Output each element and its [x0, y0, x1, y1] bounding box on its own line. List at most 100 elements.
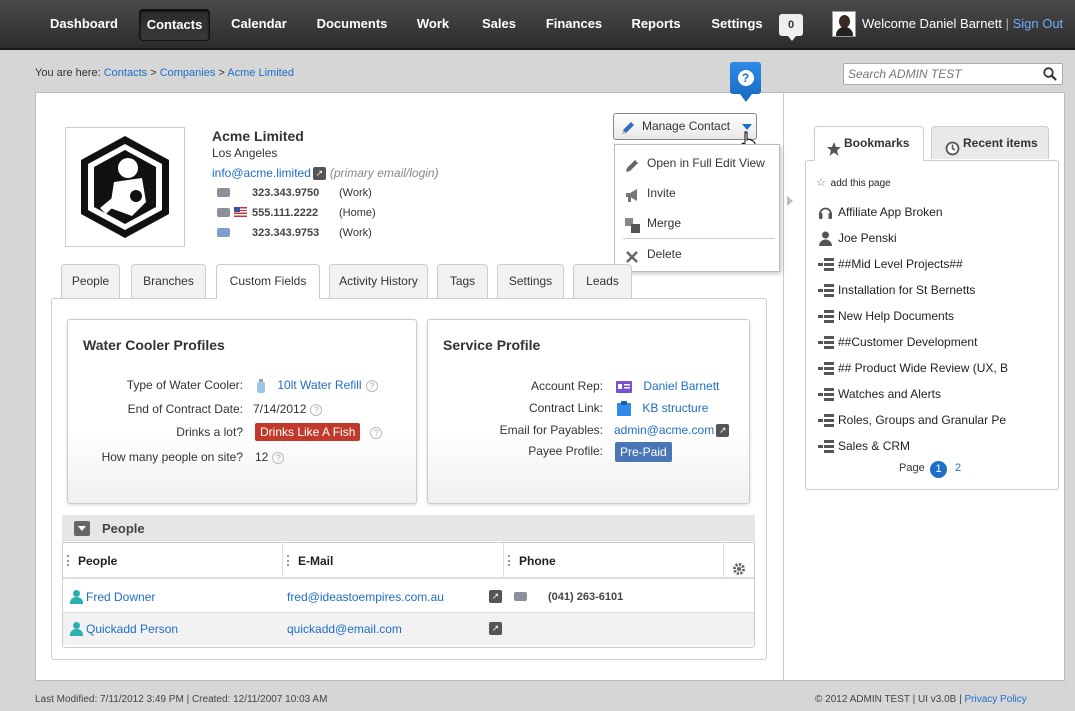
bookmark-item[interactable]: ##Customer Development: [818, 332, 1008, 352]
nav-work[interactable]: Work: [410, 9, 456, 41]
collapse-toggle-icon[interactable]: [74, 521, 90, 536]
menu-item-label: Open in Full Edit View: [647, 156, 765, 170]
person-email-link[interactable]: fred@ideastoempires.com.au: [287, 581, 444, 613]
nav-settings[interactable]: Settings: [705, 9, 769, 41]
copyright-text: © 2012 ADMIN TEST | UI v3.0B |: [815, 694, 962, 705]
column-header-phone[interactable]: Phone: [504, 543, 724, 579]
water-type-link[interactable]: 10lt Water Refill: [277, 378, 361, 392]
menu-invite[interactable]: Invite: [615, 180, 779, 206]
tab-branches[interactable]: Branches: [131, 264, 206, 298]
project-icon: [818, 257, 834, 274]
tab-tags[interactable]: Tags: [437, 264, 488, 298]
field-label: Email for Payables:: [499, 423, 603, 437]
person-phone: (041) 263-6101: [548, 591, 624, 603]
person-name-link[interactable]: Fred Downer: [86, 581, 155, 613]
bookmark-label: Roles, Groups and Granular Pe: [838, 413, 1007, 427]
search-icon[interactable]: [1043, 67, 1057, 84]
bookmark-item[interactable]: Watches and Alerts: [818, 384, 1008, 404]
project-icon: [818, 387, 834, 404]
bookmark-item[interactable]: Joe Penski: [818, 228, 1008, 248]
sign-out-link[interactable]: Sign Out: [1013, 16, 1064, 31]
field-label: Drinks a lot?: [176, 425, 243, 439]
nav-dashboard[interactable]: Dashboard: [45, 9, 123, 41]
tab-activity-history[interactable]: Activity History: [329, 264, 428, 298]
nav-documents[interactable]: Documents: [310, 9, 394, 41]
column-header-people[interactable]: People: [63, 543, 283, 579]
tab-settings[interactable]: Settings: [497, 264, 564, 298]
table-row: Fred Downer fred@ideastoempires.com.au ↗…: [63, 581, 754, 613]
project-icon: [818, 439, 834, 456]
nav-calendar[interactable]: Calendar: [224, 9, 294, 41]
field-label: How many people on site?: [101, 450, 243, 464]
add-bookmark-link[interactable]: ☆ add this page: [816, 176, 891, 189]
breadcrumb-companies[interactable]: Companies: [160, 67, 216, 79]
star-icon: [827, 136, 841, 168]
drinks-tag: Drinks Like A Fish: [255, 423, 361, 441]
nav-finances[interactable]: Finances: [540, 9, 608, 41]
bookmark-label: New Help Documents: [838, 309, 955, 323]
person-icon: [70, 590, 83, 604]
pagination-page[interactable]: 2: [955, 462, 961, 474]
column-settings[interactable]: [724, 543, 754, 579]
footer-copyright: © 2012 ADMIN TEST | UI v3.0B | Privacy P…: [815, 694, 1027, 705]
tab-leads[interactable]: Leads: [573, 264, 632, 298]
bookmark-item[interactable]: Installation for St Bernetts: [818, 280, 1008, 300]
field-label: Contract Link:: [528, 401, 603, 415]
payables-email-link[interactable]: admin@acme.com: [614, 423, 714, 437]
footer-modified-info: Last Modified: 7/11/2012 3:49 PM | Creat…: [35, 694, 328, 705]
tab-people[interactable]: People: [61, 264, 120, 298]
bookmark-item[interactable]: ##Mid Level Projects##: [818, 254, 1008, 274]
fax-icon: [217, 228, 230, 237]
tab-recent-items[interactable]: Recent items: [931, 126, 1049, 159]
help-button[interactable]: ?: [730, 62, 761, 102]
contract-link[interactable]: KB structure: [642, 401, 708, 415]
bookmark-item[interactable]: ## Product Wide Review (UX, B: [818, 358, 1008, 378]
manage-contact-button[interactable]: Manage Contact: [613, 113, 757, 140]
payee-tag: Pre-Paid: [615, 442, 672, 462]
external-link-icon[interactable]: ↗: [489, 622, 502, 635]
notification-count-badge[interactable]: 0: [779, 14, 803, 41]
phone-icon: [217, 188, 230, 197]
nav-sales[interactable]: Sales: [474, 9, 524, 41]
breadcrumb-contacts[interactable]: Contacts: [104, 67, 147, 79]
people-section-header[interactable]: People: [62, 515, 755, 541]
bookmark-item[interactable]: Sales & CRM: [818, 436, 1008, 456]
contact-email-link[interactable]: info@acme.limited: [212, 166, 311, 180]
phone-type: (Work): [339, 187, 372, 199]
tab-label: Bookmarks: [844, 136, 910, 150]
bookmark-item[interactable]: New Help Documents: [818, 306, 1008, 326]
person-email-link[interactable]: quickadd@email.com: [287, 613, 402, 645]
pagination-page-current[interactable]: 1: [930, 461, 947, 478]
breadcrumb-acme[interactable]: Acme Limited: [227, 67, 294, 79]
user-avatar[interactable]: [832, 11, 856, 37]
field-value: 7/14/2012?: [253, 402, 323, 416]
us-flag-icon: [234, 207, 247, 217]
project-icon: [818, 309, 834, 326]
help-icon[interactable]: ?: [370, 426, 383, 439]
bookmark-item[interactable]: Roles, Groups and Granular Pe: [818, 410, 1008, 430]
nav-contacts[interactable]: Contacts: [139, 9, 210, 41]
menu-open-full-edit[interactable]: Open in Full Edit View: [615, 150, 779, 176]
tab-bookmarks[interactable]: Bookmarks: [814, 126, 924, 161]
person-name-link[interactable]: Quickadd Person: [86, 613, 178, 645]
external-link-icon[interactable]: ↗: [716, 424, 730, 438]
menu-merge[interactable]: Merge: [615, 210, 779, 236]
bookmark-label: Installation for St Bernetts: [838, 283, 976, 297]
help-icon[interactable]: ?: [272, 451, 285, 464]
field-label: End of Contract Date:: [127, 402, 243, 416]
external-link-icon[interactable]: ↗: [312, 167, 326, 181]
help-icon[interactable]: ?: [310, 403, 323, 416]
help-icon[interactable]: ?: [365, 379, 378, 392]
column-header-email[interactable]: E-Mail: [283, 543, 504, 579]
water-bottle-icon: [257, 378, 265, 393]
field-label: Type of Water Cooler:: [126, 378, 243, 392]
account-rep-link[interactable]: Daniel Barnett: [643, 379, 719, 393]
bookmark-item[interactable]: Affiliate App Broken: [818, 202, 1008, 222]
nav-reports[interactable]: Reports: [625, 9, 687, 41]
sidebar-collapse-arrow-icon[interactable]: [787, 196, 793, 206]
tab-custom-fields[interactable]: Custom Fields: [216, 264, 320, 299]
search-input[interactable]: [848, 64, 1038, 84]
external-link-icon[interactable]: ↗: [489, 590, 502, 603]
privacy-policy-link[interactable]: Privacy Policy: [964, 694, 1026, 705]
menu-delete[interactable]: Delete: [615, 241, 779, 267]
